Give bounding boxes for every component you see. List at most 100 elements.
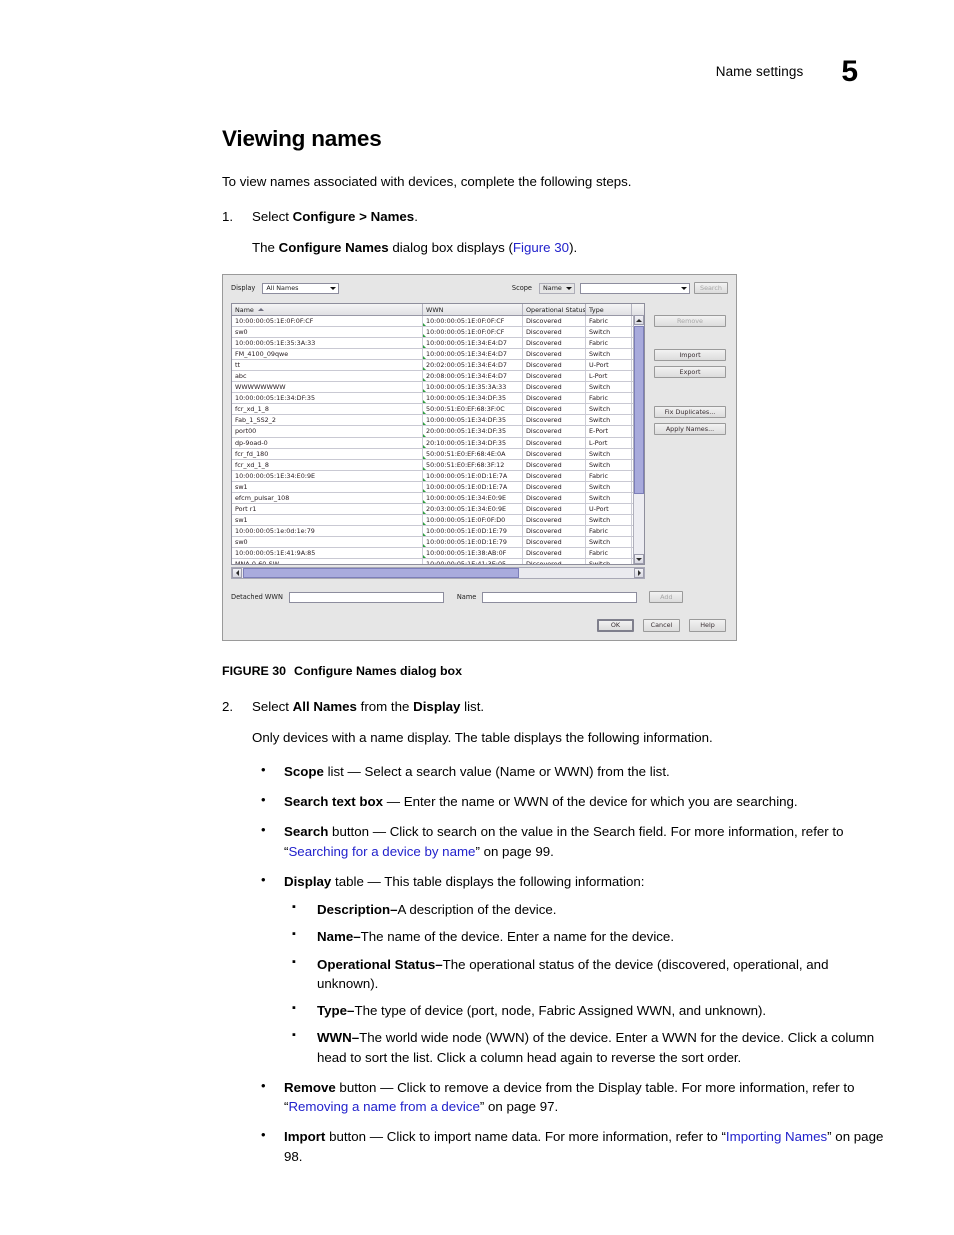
column-header-wwn[interactable]: WWN: [423, 304, 523, 315]
subbullet-description-text: A description of the device.: [397, 902, 557, 918]
table-vertical-scrollbar[interactable]: [633, 315, 644, 564]
search-button[interactable]: Search: [694, 282, 728, 294]
subbullet-wwn-text: The world wide node (WWN) of the device.…: [317, 1030, 875, 1065]
table-cell-operational-status: Discovered: [523, 492, 586, 503]
display-dropdown[interactable]: All Names: [262, 282, 340, 294]
table-cell-type: Fabric: [586, 316, 632, 327]
figure-30-image: Display All Names Scope Name Search Name: [222, 274, 737, 641]
names-table: Name WWN Operational Status Type 10:00:0…: [231, 303, 645, 565]
intro-paragraph: To view names associated with devices, c…: [222, 174, 632, 189]
table-cell-wwn: 10:00:00:05:1E:0D:1E:7A: [423, 481, 523, 492]
column-header-name[interactable]: Name: [232, 304, 423, 315]
table-row[interactable]: 10:00:00:05:1E:34:E0:9E 10:00:00:05:1E:0D…: [232, 470, 644, 482]
table-cell-type: Fabric: [586, 525, 632, 536]
column-header-operational-status[interactable]: Operational Status: [523, 304, 586, 315]
table-row[interactable]: fcr_xd_1_8 50:00:51:E0:EF:68:3F:12 Discove…: [232, 459, 644, 471]
help-button[interactable]: Help: [689, 619, 726, 632]
bullet-scope: Scope list — Select a search value (Name…: [252, 761, 888, 781]
importing-names-link[interactable]: Importing Names: [726, 1129, 827, 1144]
table-cell-type: Fabric: [586, 393, 632, 404]
table-cell-wwn: 20:03:00:05:1E:34:E0:9E: [423, 503, 523, 514]
bullet-display-text: table — This table displays the followin…: [331, 873, 645, 889]
table-row[interactable]: tt 20:02:00:05:1E:34:E4:D7 Discovered U-Por…: [232, 360, 644, 372]
table-cell-operational-status: Discovered: [523, 371, 586, 382]
export-button[interactable]: Export: [654, 366, 726, 378]
table-row[interactable]: 10:00:00:05:1E:34:DF:35 10:00:00:05:1E:34…: [232, 393, 644, 405]
table-row[interactable]: Port r1 20:03:00:05:1E:34:E0:9E Discovered…: [232, 503, 644, 515]
table-cell-name: dp-9oad-0: [232, 437, 423, 448]
searching-for-device-link[interactable]: Searching for a device by name: [288, 844, 475, 859]
table-cell-type: E-Port: [586, 426, 632, 437]
scroll-left-button[interactable]: [232, 568, 242, 578]
step-2-bold2: Display: [413, 699, 461, 714]
removing-a-name-link[interactable]: Removing a name from a device: [288, 1099, 479, 1114]
table-row[interactable]: fcr_xd_1_8 50:00:51:E0:EF:68:3F:0C Discove…: [232, 404, 644, 416]
table-row[interactable]: 10:00:00:05:1e:0d:1e:79 10:00:00:05:1E:0D…: [232, 525, 644, 537]
table-cell-operational-status: Discovered: [523, 426, 586, 437]
page-content: Viewing names To view names associated w…: [222, 126, 888, 266]
subbullet-name: Name–The name of the device. Enter a nam…: [284, 927, 888, 946]
table-row[interactable]: abc 20:08:00:05:1E:34:E4:D7 Discovered L-Po…: [232, 371, 644, 383]
table-row[interactable]: 10:00:00:05:1E:41:9A:85 10:00:00:05:1E:38…: [232, 547, 644, 560]
table-cell-wwn: 10:00:00:05:1E:34:E0:9E: [423, 492, 523, 503]
table-row[interactable]: sw1 10:00:00:05:1E:0D:1E:7A Discovered Swit…: [232, 481, 644, 493]
table-cell-operational-status: Discovered: [523, 393, 586, 404]
fix-duplicates-button[interactable]: Fix Duplicates...: [654, 406, 726, 418]
chevron-down-icon: [566, 286, 572, 290]
scroll-up-button[interactable]: [634, 315, 644, 325]
table-row[interactable]: WWWWWWWW 10:00:00:05:1E:35:3A:33 Discovere…: [232, 382, 644, 394]
step-2-text: Select All Names from the Display list.: [252, 698, 888, 717]
ok-button[interactable]: OK: [597, 619, 634, 632]
table-row[interactable]: Fab_1_SS2_2 10:00:00:05:1E:34:DF:35 Discov…: [232, 415, 644, 427]
search-combo-input[interactable]: [580, 282, 690, 294]
table-cell-wwn: 50:00:51:E0:EF:68:3F:12: [423, 459, 523, 470]
table-cell-name: FM_4100_09qwe: [232, 349, 423, 360]
import-button[interactable]: Import: [654, 349, 726, 361]
table-row[interactable]: efcm_pulsar_108 10:00:00:05:1E:34:E0:9E Di…: [232, 492, 644, 504]
step-1-tail: .: [414, 208, 418, 224]
detached-name-input[interactable]: [482, 591, 638, 603]
table-row[interactable]: dp-9oad-0 20:10:00:05:1E:34:DF:35 Discover…: [232, 437, 644, 449]
table-cell-wwn: 10:00:00:05:1E:0D:1E:79: [423, 525, 523, 536]
table-cell-wwn: 10:00:00:05:1E:34:DF:35: [423, 415, 523, 426]
table-cell-operational-status: Discovered: [523, 559, 586, 564]
triangle-left-icon: [235, 570, 239, 576]
table-row[interactable]: 10:00:00:05:1E:0F:0F:CF 10:00:00:05:1E:0F…: [232, 316, 644, 328]
scroll-down-button[interactable]: [634, 554, 644, 564]
subbullet-type: Type–The type of device (port, node, Fab…: [284, 1001, 888, 1020]
detached-wwn-input[interactable]: [288, 591, 444, 603]
table-row[interactable]: sw0 10:00:00:05:1E:0D:1E:79 Discovered Swit…: [232, 536, 644, 548]
table-row[interactable]: 10:00:00:05:1E:35:3A:33 10:00:00:05:1E:34…: [232, 338, 644, 350]
table-row[interactable]: sw0 10:00:00:05:1E:0F:0F:CF Discovered Swit…: [232, 327, 644, 339]
scope-label: Scope: [511, 284, 532, 292]
table-cell-wwn: 10:00:00:05:1E:0F:0F:CF: [423, 327, 523, 338]
table-cell-name: 10:00:00:05:1E:0F:0F:CF: [232, 316, 423, 327]
cancel-button[interactable]: Cancel: [643, 619, 680, 632]
bullet-search-box-term: Search text box: [284, 794, 384, 810]
table-row[interactable]: MNA-0-60-SW10:00:00:05:1E:41:3E:05Discov…: [232, 559, 644, 564]
bullet-display-table: Display table — This table displays the …: [252, 871, 888, 1067]
figure-30-link[interactable]: Figure 30: [513, 240, 569, 255]
table-cell-type: U-Port: [586, 360, 632, 371]
table-horizontal-scrollbar[interactable]: [231, 567, 645, 579]
scroll-right-button[interactable]: [634, 568, 644, 578]
table-row[interactable]: FM_4100_09qwe 10:00:00:05:1E:34:E4:D7 Disc…: [232, 349, 644, 361]
apply-names-button[interactable]: Apply Names...: [654, 423, 726, 435]
table-cell-name: sw1: [232, 481, 423, 492]
bullet-import-text: button — Click to import name data. For …: [325, 1129, 726, 1145]
table-cell-name: 10:00:00:05:1E:34:DF:35: [232, 393, 423, 404]
table-row[interactable]: port00 20:00:00:05:1E:34:DF:35 Discovered E…: [232, 426, 644, 438]
page-content-lower: FIGURE 30 Configure Names dialog box 2. …: [222, 650, 888, 1177]
table-row[interactable]: sw1 10:00:00:05:1E:0F:0F:D0 Discovered Swit…: [232, 514, 644, 526]
remove-button[interactable]: Remove: [654, 315, 726, 327]
scope-dropdown[interactable]: Name: [539, 282, 575, 294]
table-cell-name: MNA-0-60-SW: [232, 559, 423, 564]
table-cell-name: Fab_1_SS2_2: [232, 415, 423, 426]
column-header-type[interactable]: Type: [586, 304, 632, 315]
bullet-remove-term: Remove: [284, 1079, 336, 1095]
table-cell-type: Switch: [586, 514, 632, 525]
horizontal-scroll-thumb[interactable]: [243, 568, 519, 578]
table-row[interactable]: fcr_fd_180 50:00:51:E0:EF:68:4E:0A Discove…: [232, 448, 644, 460]
add-button[interactable]: Add: [649, 591, 684, 603]
vertical-scroll-thumb[interactable]: [634, 326, 644, 494]
